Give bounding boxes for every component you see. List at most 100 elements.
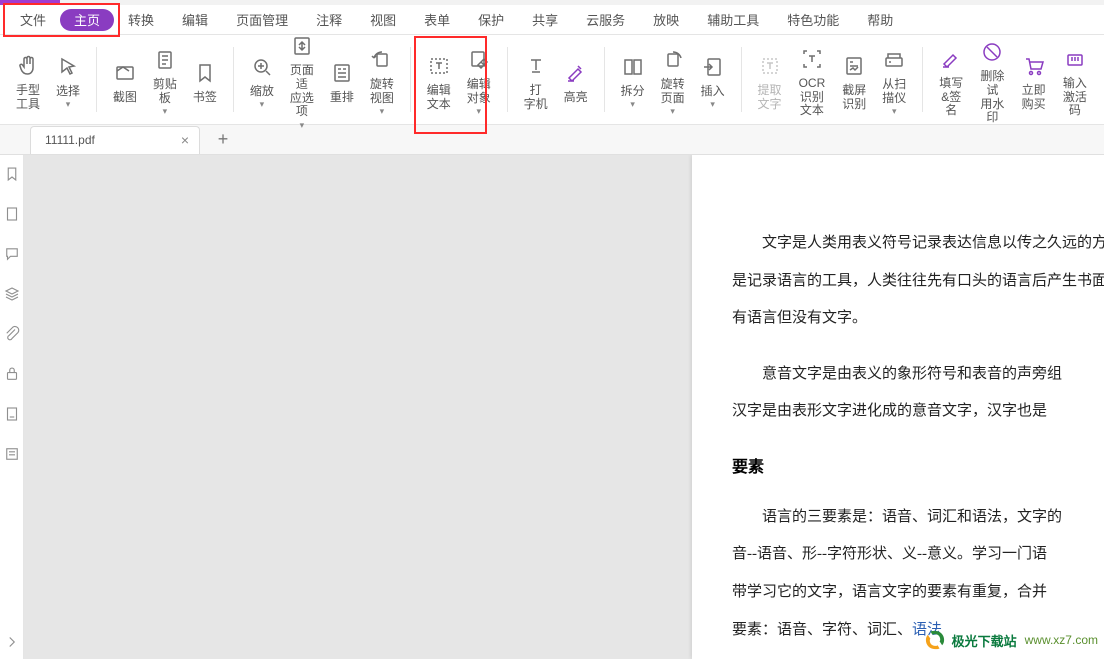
menu-special[interactable]: 特色功能 <box>773 5 853 35</box>
rotate-page-button[interactable]: 旋转 页面 ▾ <box>653 42 693 118</box>
buy-now-button[interactable]: 立即 购买 <box>1014 48 1054 112</box>
menu-present[interactable]: 放映 <box>639 5 693 35</box>
screenshot-button[interactable]: 截图 <box>105 55 145 105</box>
insert-button[interactable]: 插入 ▾ <box>693 49 733 111</box>
screen-ocr-icon <box>840 52 868 80</box>
site-watermark: 极光下载站 www.xz7.com <box>922 627 1098 653</box>
chevron-down-icon: ▾ <box>300 120 305 131</box>
menu-help[interactable]: 帮助 <box>853 5 907 35</box>
extract-text-button[interactable]: 提取 文字 <box>750 48 790 112</box>
attachments-panel-icon[interactable] <box>3 325 21 343</box>
split-label: 拆分 <box>621 85 645 99</box>
menu-convert[interactable]: 转换 <box>114 5 168 35</box>
from-scanner-button[interactable]: 从扫 描仪 ▾ <box>874 42 914 118</box>
cursor-icon <box>54 53 82 81</box>
split-button[interactable]: 拆分 ▾ <box>613 49 653 111</box>
chevron-down-icon: ▾ <box>892 106 897 117</box>
doc-paragraph: 是记录语言的工具，人类往往先有口头的语言后产生书面的文字 <box>732 263 1104 301</box>
rotate-icon <box>368 46 396 74</box>
menu-forms[interactable]: 表单 <box>410 5 464 35</box>
doc-paragraph: 带学习它的文字，语言文字的要素有重复，合并 <box>732 574 1104 612</box>
page-fit-button[interactable]: 页面适 应选项 ▾ <box>282 28 322 131</box>
doc-paragraph: 有语言但没有文字。 <box>732 300 1104 338</box>
fill-sign-button[interactable]: 填写 &签名 <box>931 41 971 118</box>
menu-view[interactable]: 视图 <box>356 5 410 35</box>
highlight-label: 高亮 <box>564 91 588 105</box>
rotate-page-label: 旋转 页面 <box>661 78 685 106</box>
layers-panel-icon[interactable] <box>3 285 21 303</box>
chevron-down-icon: ▾ <box>477 106 482 117</box>
hand-icon <box>14 52 42 80</box>
collapse-rail-icon[interactable] <box>3 633 21 651</box>
comments-panel-icon[interactable] <box>3 245 21 263</box>
document-tab[interactable]: 11111.pdf × <box>30 126 200 154</box>
highlight-button[interactable]: 高亮 <box>556 55 596 105</box>
enter-code-button[interactable]: 输入 激活码 <box>1054 41 1096 118</box>
hand-tool-button[interactable]: 手型 工具 <box>8 48 48 112</box>
zoom-button[interactable]: 缩放 ▾ <box>242 49 282 111</box>
ocr-button[interactable]: OCR 识别文本 <box>790 41 835 118</box>
bookmark-label: 书签 <box>193 91 217 105</box>
remove-watermark-icon <box>978 38 1006 66</box>
select-button[interactable]: 选择 ▾ <box>48 49 88 111</box>
close-icon[interactable]: × <box>181 132 189 148</box>
snip-icon <box>111 59 139 87</box>
buy-now-label: 立即 购买 <box>1022 84 1046 112</box>
menu-share[interactable]: 共享 <box>518 5 572 35</box>
watermark-brand: 极光下载站 <box>952 631 1017 650</box>
typewriter-icon <box>522 52 550 80</box>
bookmarks-panel-icon[interactable] <box>3 165 21 183</box>
reflow-icon <box>328 59 356 87</box>
split-icon <box>619 53 647 81</box>
doc-paragraph: 文字是人类用表义符号记录表达信息以传之久远的方式和工 <box>732 225 1104 263</box>
menu-file[interactable]: 文件 <box>6 5 60 35</box>
clipboard-label: 剪贴 板 <box>153 78 177 106</box>
remove-trial-wm-button[interactable]: 删除试 用水印 <box>971 34 1013 125</box>
extract-text-icon <box>756 52 784 80</box>
rotate-view-label: 旋转 视图 <box>370 78 394 106</box>
pages-panel-icon[interactable] <box>3 205 21 223</box>
edit-text-button[interactable]: 编辑 文本 <box>419 48 459 112</box>
aurora-logo-icon <box>922 627 948 653</box>
pdf-page: 文字是人类用表义符号记录表达信息以传之久远的方式和工 是记录语言的工具，人类往往… <box>692 155 1104 659</box>
doc-heading: 要素 <box>732 453 1104 477</box>
rotate-page-icon <box>659 46 687 74</box>
screen-ocr-button[interactable]: 截屏 识别 <box>834 48 874 112</box>
menu-access[interactable]: 辅助工具 <box>693 5 773 35</box>
edit-object-button[interactable]: 编辑 对象 ▾ <box>459 42 499 118</box>
signatures-panel-icon[interactable] <box>3 405 21 423</box>
highlighter-icon <box>562 59 590 87</box>
menu-edit[interactable]: 编辑 <box>168 5 222 35</box>
clipboard-icon <box>151 46 179 74</box>
form-fields-panel-icon[interactable] <box>3 445 21 463</box>
chevron-down-icon: ▾ <box>260 99 265 110</box>
enter-code-label: 输入 激活码 <box>1060 77 1090 118</box>
security-panel-icon[interactable] <box>3 365 21 383</box>
pen-icon <box>937 45 965 73</box>
extract-text-label: 提取 文字 <box>758 84 782 112</box>
bookmark-button[interactable]: 书签 <box>185 55 225 105</box>
chevron-down-icon: ▾ <box>630 99 635 110</box>
watermark-url: www.xz7.com <box>1025 633 1098 647</box>
edit-text-icon <box>425 52 453 80</box>
insert-label: 插入 <box>701 85 725 99</box>
from-scanner-label: 从扫 描仪 <box>882 78 906 106</box>
clipboard-button[interactable]: 剪贴 板 ▾ <box>145 42 185 118</box>
menu-cloud[interactable]: 云服务 <box>572 5 639 35</box>
zoom-label: 缩放 <box>250 85 274 99</box>
menu-home[interactable]: 主页 <box>60 9 114 31</box>
doc-paragraph: 汉字是由表形文字进化成的意音文字，汉字也是 <box>732 393 1104 431</box>
reflow-button[interactable]: 重排 <box>322 55 362 105</box>
reflow-label: 重排 <box>330 91 354 105</box>
scanner-icon <box>880 46 908 74</box>
cart-icon <box>1020 52 1048 80</box>
bookmark-icon <box>191 59 219 87</box>
menu-protect[interactable]: 保护 <box>464 5 518 35</box>
typewriter-button[interactable]: 打 字机 <box>516 48 556 112</box>
document-canvas[interactable]: 文字是人类用表义符号记录表达信息以传之久远的方式和工 是记录语言的工具，人类往往… <box>24 155 1104 659</box>
ocr-label: OCR 识别文本 <box>796 77 829 118</box>
new-tab-button[interactable]: + <box>208 125 238 155</box>
rotate-view-button[interactable]: 旋转 视图 ▾ <box>362 42 402 118</box>
edit-text-label: 编辑 文本 <box>427 84 451 112</box>
ribbon-toolbar: 手型 工具 选择 ▾ 截图 剪贴 板 ▾ 书签 缩放 ▾ <box>0 35 1104 125</box>
